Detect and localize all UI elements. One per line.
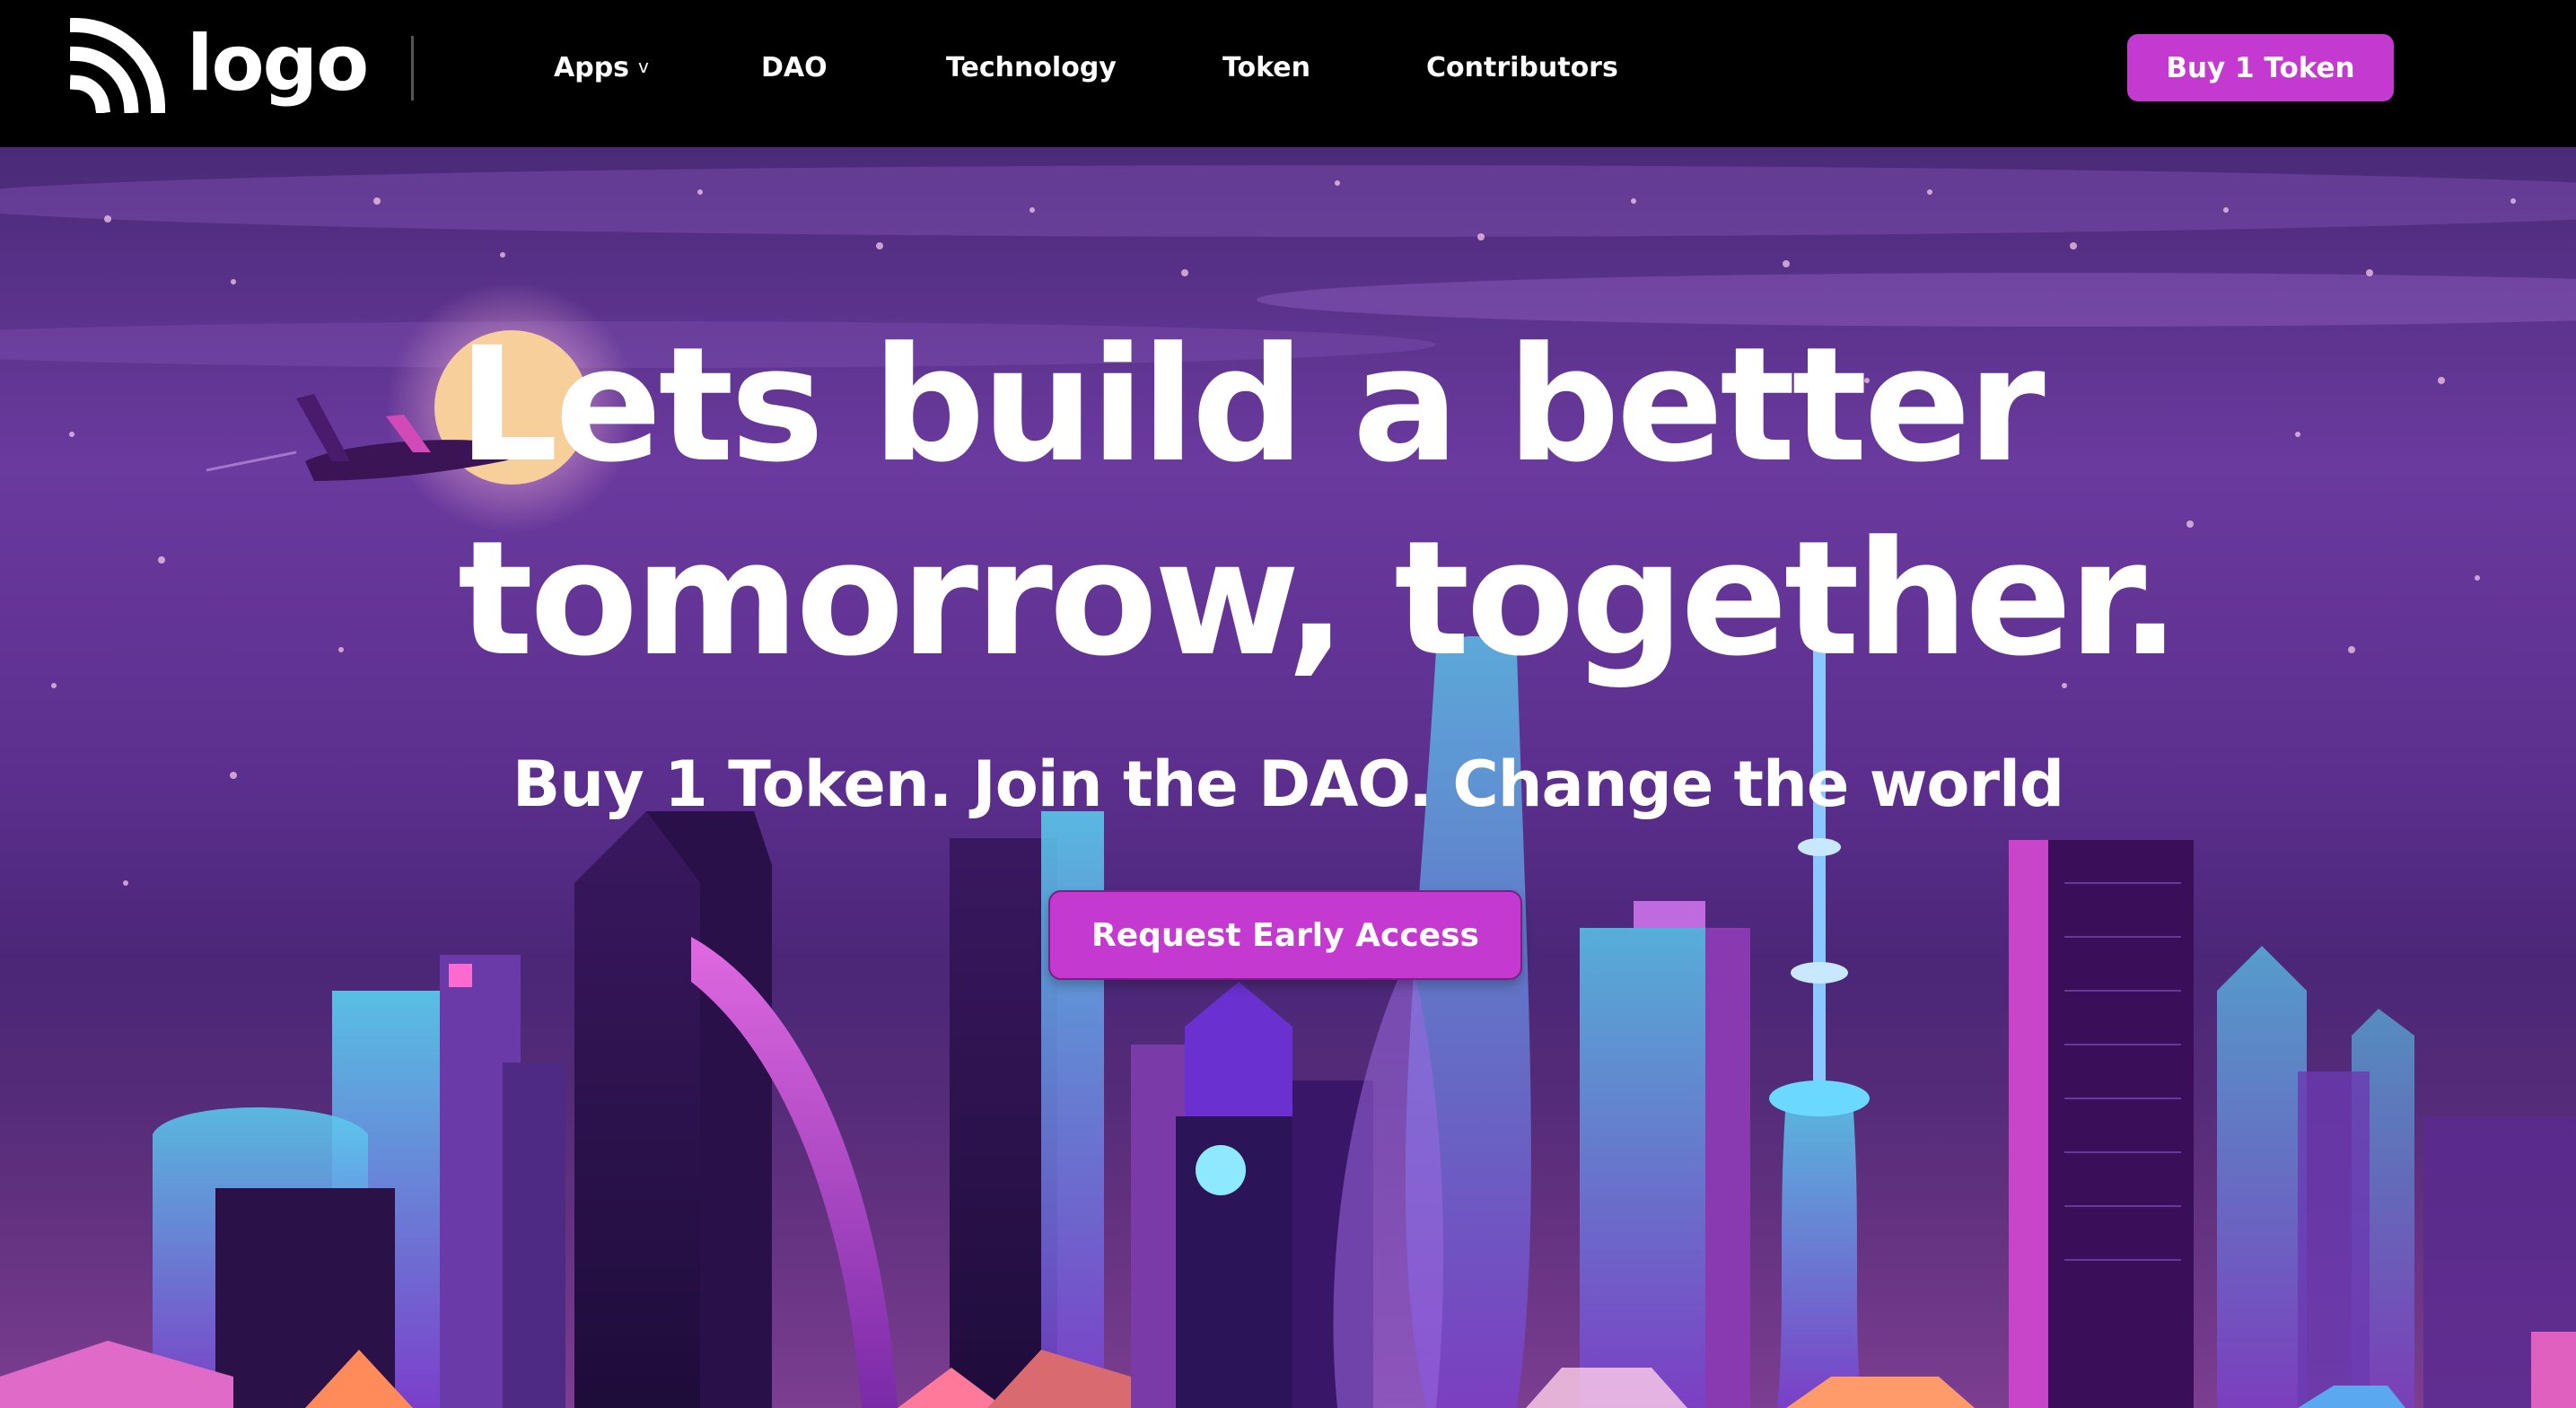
page: logo Apps v DAO Technology Token Contribu… xyxy=(0,0,2576,1408)
nav-item-dao[interactable]: DAO xyxy=(761,45,828,92)
nav-item-apps-label: Apps xyxy=(554,52,630,83)
buy-token-button[interactable]: Buy 1 Token xyxy=(2127,34,2394,101)
logo-icon[interactable] xyxy=(70,18,165,113)
nav-divider xyxy=(411,36,414,101)
nav-item-token[interactable]: Token xyxy=(1222,45,1310,92)
nav-item-apps[interactable]: Apps v xyxy=(554,45,649,93)
nav-item-technology[interactable]: Technology xyxy=(946,45,1117,92)
hero-headline-line2: tomorrow, together. xyxy=(458,507,2180,691)
hero-headline: Lets build a better tomorrow, together. xyxy=(458,309,2253,696)
hero-section: Lets build a better tomorrow, together. … xyxy=(0,147,2576,1408)
hero-subheadline: Buy 1 Token. Join the DAO. Change the wo… xyxy=(512,748,2064,821)
logo-text[interactable]: logo xyxy=(187,14,369,113)
hero-headline-line1: Lets build a better xyxy=(458,313,2046,497)
request-early-access-button[interactable]: Request Early Access xyxy=(1048,890,1522,980)
nav-item-contributors[interactable]: Contributors xyxy=(1426,45,1618,92)
top-navbar: logo Apps v DAO Technology Token Contribu… xyxy=(0,0,2576,147)
chevron-down-icon: v xyxy=(638,56,649,77)
